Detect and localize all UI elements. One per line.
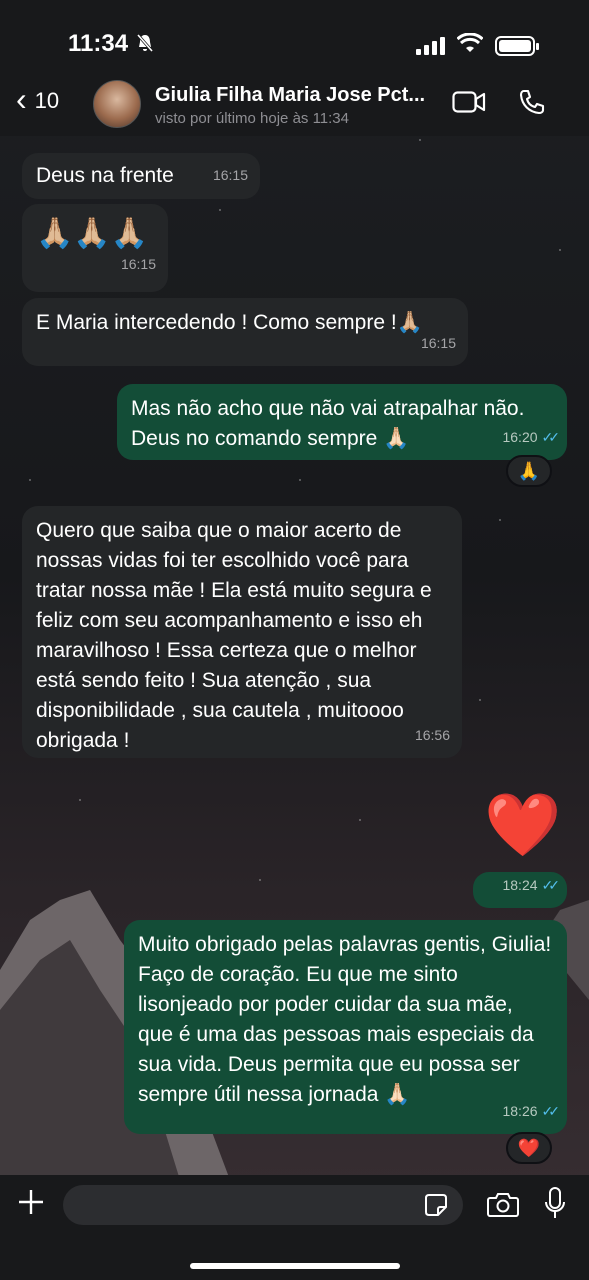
status-time: 11:34 [68,30,129,57]
heart-emoji-message[interactable]: ❤️ [484,790,561,862]
contact-info[interactable]: Giulia Filha Maria Jose Pct... visto por… [155,84,445,127]
back-button[interactable]: ‹ 10 [16,81,60,117]
message-reaction[interactable]: 🙏 [506,455,552,487]
last-seen: visto por último hoje às 11:34 [155,110,349,127]
message-text: E Maria intercedendo ! Como sempre !🙏🏼 [36,311,423,334]
read-ticks-icon: ✓✓ [541,429,561,445]
message-composer [0,1175,589,1280]
camera-icon[interactable] [487,1191,519,1222]
contact-avatar[interactable] [93,80,141,128]
message-bubble-outgoing[interactable]: Mas não acho que não vai atrapalhar não.… [117,384,567,460]
cellular-signal-icon [416,36,445,55]
chevron-left-icon: ‹ [16,81,27,117]
message-text: Deus na frente [36,164,174,187]
message-text: Quero que saiba que o maior acerto de no… [36,519,432,752]
message-bubble-incoming[interactable]: 🙏🏼🙏🏼🙏🏼 16:15 [22,204,168,292]
contact-name: Giulia Filha Maria Jose Pct... [155,84,426,106]
video-call-icon[interactable] [452,90,486,119]
home-indicator[interactable] [190,1263,400,1269]
message-text: Mas não acho que não vai atrapalhar não.… [131,397,525,450]
message-time: 16:56 [414,727,450,743]
message-bubble-incoming[interactable]: E Maria intercedendo ! Como sempre !🙏🏼 1… [22,298,468,366]
message-bubble-outgoing[interactable]: Muito obrigado pelas palavras gentis, Gi… [124,920,567,1134]
unread-count: 10 [34,87,60,113]
plus-icon[interactable] [16,1187,46,1223]
message-bubble-incoming[interactable]: Quero que saiba que o maior acerto de no… [22,506,462,758]
sticker-icon[interactable] [424,1193,448,1222]
silent-bell-icon [136,33,154,58]
read-ticks-icon: ✓✓ [541,877,561,893]
message-text: Muito obrigado pelas palavras gentis, Gi… [138,933,552,1106]
message-time: 16:20 [502,429,538,445]
microphone-icon[interactable] [544,1187,566,1226]
message-time: 18:24 [502,877,538,893]
message-reaction[interactable]: ❤️ [506,1132,552,1164]
status-bar: 11:34 [0,0,589,80]
battery-icon [495,35,539,56]
chat-header: ‹ 10 Giulia Filha Maria Jose Pct... vist… [0,72,589,136]
message-bubble-outgoing[interactable]: 18:24 ✓✓ [473,872,567,908]
message-time: 16:15 [212,167,248,183]
phone-icon[interactable] [518,88,546,121]
message-input[interactable] [63,1185,463,1225]
read-ticks-icon: ✓✓ [541,1103,561,1119]
wifi-icon [456,32,484,58]
message-time: 16:15 [420,335,456,351]
message-bubble-incoming[interactable]: Deus na frente 16:15 [22,153,260,199]
message-time: 16:15 [120,256,156,272]
message-time: 18:26 [502,1103,538,1119]
